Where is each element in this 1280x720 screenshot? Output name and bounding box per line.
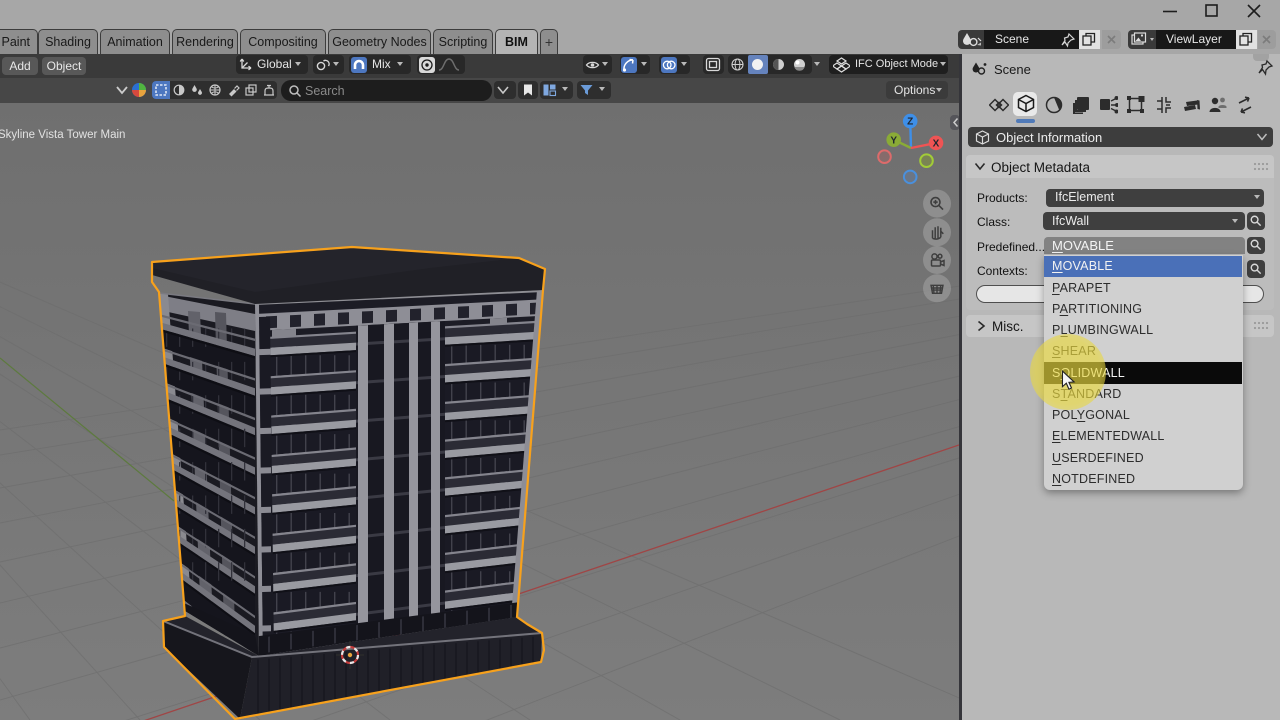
svg-text:Skyline Vista Tower Main: Skyline Vista Tower Main (0, 129, 125, 141)
svg-text:Z: Z (907, 117, 913, 128)
svg-text:X: X (933, 139, 940, 150)
svg-text:Y: Y (890, 135, 897, 146)
